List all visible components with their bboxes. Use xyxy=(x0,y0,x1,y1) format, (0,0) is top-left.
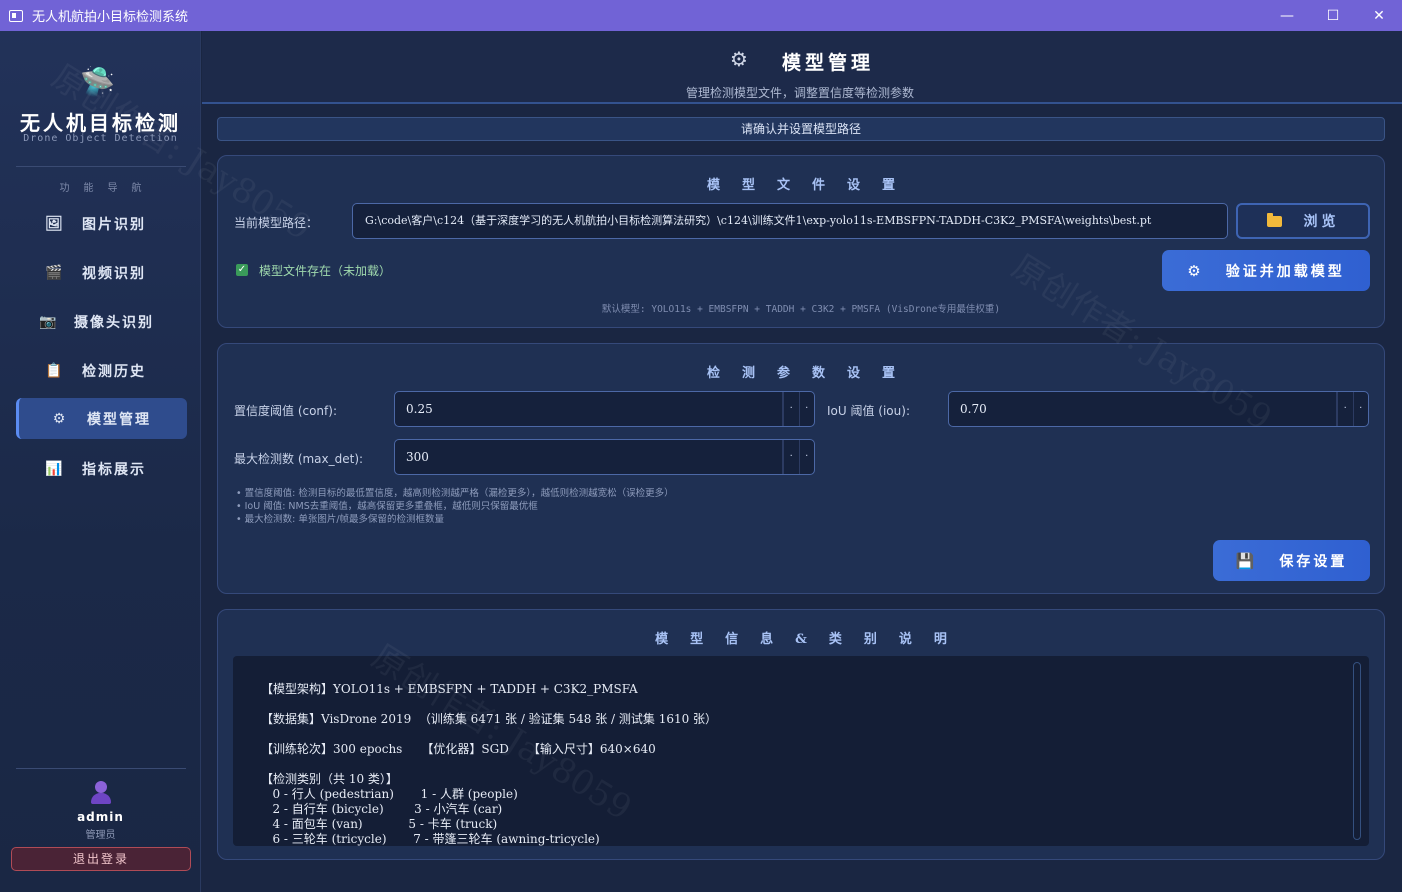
sidebar-item-detection-history[interactable]: 📋 检测历史 xyxy=(16,350,187,391)
camera-icon: 📷 xyxy=(39,313,59,330)
page-title: 模型管理 xyxy=(782,52,875,74)
window-controls: — ☐ ✕ xyxy=(1264,0,1402,31)
hint-line: • IoU 阈值: NMS去重阈值，越高保留更多重叠框，越低则只保留最优框 xyxy=(236,501,538,512)
model-exists-checkbox[interactable]: ✓ xyxy=(236,264,248,276)
validate-load-model-label: 验证并加载模型 xyxy=(1225,263,1345,280)
save-settings-label: 保存设置 xyxy=(1279,553,1348,570)
param-hints: • 置信度阈值: 检测目标的最低置信度，越高则检测越严格（漏检更多），越低则检测… xyxy=(236,487,674,526)
save-settings-button[interactable]: 💾 保存设置 xyxy=(1213,540,1370,581)
sidebar-item-label: 检测历史 xyxy=(82,363,146,380)
sidebar-divider xyxy=(16,768,186,769)
card-title: 模型文件设置 xyxy=(706,178,917,193)
window-title: 无人机航拍小目标检测系统 xyxy=(32,10,189,25)
sidebar-item-label: 摄像头识别 xyxy=(74,314,154,331)
max-det-stepper[interactable]: · · xyxy=(782,440,814,474)
brand-subtitle: Drone Object Detection xyxy=(23,133,178,144)
max-det-label: 最大检测数 (max_det): xyxy=(234,452,364,466)
page-header: ⚙ 模型管理 管理检测模型文件，调整置信度等检测参数 xyxy=(202,31,1402,104)
model-path-label: 当前模型路径： xyxy=(234,216,319,230)
info-line: 【模型架构】YOLO11s + EMBSFPN + TADDH + C3K2_P… xyxy=(261,682,638,696)
browse-button-label: 浏览 xyxy=(1303,214,1340,230)
model-info-textbox[interactable]: 【模型架构】YOLO11s + EMBSFPN + TADDH + C3K2_P… xyxy=(233,656,1369,846)
notice-banner: 请确认并设置模型路径 xyxy=(217,117,1385,141)
model-status-text: 模型文件存在（未加载） xyxy=(259,264,392,278)
hint-line: • 最大检测数: 单张图片/帧最多保留的检测框数量 xyxy=(236,514,445,525)
max-det-spinbox[interactable]: 300 · · xyxy=(394,439,815,475)
info-line: 6 - 三轮车 (tricycle) 7 - 带篷三轮车 (awning-tri… xyxy=(261,832,600,846)
info-line: 【数据集】VisDrone 2019 （训练集 6471 张 / 验证集 548… xyxy=(261,712,718,726)
conf-value: 0.25 xyxy=(406,402,433,416)
gear-icon: ⚙ xyxy=(1187,261,1204,280)
user-avatar-icon xyxy=(88,779,114,805)
card-title: 模型信息&类别说明 xyxy=(655,632,969,647)
nav-heading: 功能导航 xyxy=(59,183,156,194)
user-role: 管理员 xyxy=(85,830,116,841)
sidebar: 🛸 无人机目标检测 Drone Object Detection 功能导航 🖼 … xyxy=(0,31,201,892)
model-info-card: 模型信息&类别说明 【模型架构】YOLO11s + EMBSFPN + TADD… xyxy=(217,609,1385,860)
sidebar-item-image-recognition[interactable]: 🖼 图片识别 xyxy=(16,203,187,244)
sidebar-item-label: 模型管理 xyxy=(87,411,151,428)
brand-title: 无人机目标检测 xyxy=(20,111,181,135)
gear-icon: ⚙ xyxy=(730,47,748,71)
sidebar-item-label: 视频识别 xyxy=(82,265,146,282)
conf-stepper[interactable]: · · xyxy=(782,392,814,426)
history-icon: 📋 xyxy=(45,362,65,379)
max-det-value: 300 xyxy=(406,450,429,464)
maximize-button[interactable]: ☐ xyxy=(1310,0,1356,31)
conf-spinbox[interactable]: 0.25 · · xyxy=(394,391,815,427)
sidebar-item-label: 图片识别 xyxy=(82,216,146,233)
iou-stepper[interactable]: · · xyxy=(1336,392,1368,426)
app-icon xyxy=(9,9,23,22)
sidebar-divider xyxy=(16,166,186,167)
sidebar-item-video-recognition[interactable]: 🎬 视频识别 xyxy=(16,252,187,293)
hint-line: • 置信度阈值: 检测目标的最低置信度，越高则检测越严格（漏检更多），越低则检测… xyxy=(236,488,674,499)
sidebar-item-label: 指标展示 xyxy=(82,461,146,478)
info-line: 【训练轮次】300 epochs 【优化器】SGD 【输入尺寸】640×640 xyxy=(261,742,656,756)
minimize-button[interactable]: — xyxy=(1264,0,1310,31)
detection-params-card: 检测参数设置 置信度阈值 (conf): 0.25 · · IoU 阈值 (iou… xyxy=(217,343,1385,594)
title-bar: 无人机航拍小目标检测系统 — ☐ ✕ xyxy=(0,0,1402,31)
chart-icon: 📊 xyxy=(45,460,65,477)
user-name: admin xyxy=(77,810,124,824)
card-title: 检测参数设置 xyxy=(706,366,917,381)
video-icon: 🎬 xyxy=(45,264,65,281)
iou-label: IoU 阈值 (iou): xyxy=(827,404,910,418)
conf-label: 置信度阈值 (conf): xyxy=(234,404,337,418)
default-model-note: 默认模型: YOLO11s + EMBSFPN + TADDH + C3K2 +… xyxy=(601,304,1001,315)
model-path-input[interactable]: G:\code\客户\c124（基于深度学习的无人机航拍小目标检测算法研究）\c… xyxy=(352,203,1228,239)
model-file-card: 模型文件设置 当前模型路径： G:\code\客户\c124（基于深度学习的无人… xyxy=(217,155,1385,328)
sidebar-item-camera-recognition[interactable]: 📷 摄像头识别 xyxy=(16,301,187,342)
sidebar-item-model-management[interactable]: ⚙ 模型管理 xyxy=(16,398,187,439)
iou-value: 0.70 xyxy=(960,402,987,416)
validate-load-model-button[interactable]: ⚙ 验证并加载模型 xyxy=(1162,250,1370,291)
floppy-disk-icon: 💾 xyxy=(1235,551,1258,570)
iou-spinbox[interactable]: 0.70 · · xyxy=(948,391,1369,427)
image-icon: 🖼 xyxy=(45,215,65,232)
close-button[interactable]: ✕ xyxy=(1356,0,1402,31)
info-scrollbar[interactable] xyxy=(1353,662,1361,840)
ufo-logo-icon: 🛸 xyxy=(80,65,115,98)
main-content: ⚙ 模型管理 管理检测模型文件，调整置信度等检测参数 请确认并设置模型路径 模型… xyxy=(202,31,1402,892)
browse-button[interactable]: 浏览 xyxy=(1236,203,1370,239)
folder-icon xyxy=(1266,212,1282,227)
page-subtitle: 管理检测模型文件，调整置信度等检测参数 xyxy=(685,86,914,100)
logout-button[interactable]: 退出登录 xyxy=(11,847,191,871)
sidebar-item-metrics[interactable]: 📊 指标展示 xyxy=(16,448,187,489)
gear-icon: ⚙ xyxy=(52,410,68,427)
